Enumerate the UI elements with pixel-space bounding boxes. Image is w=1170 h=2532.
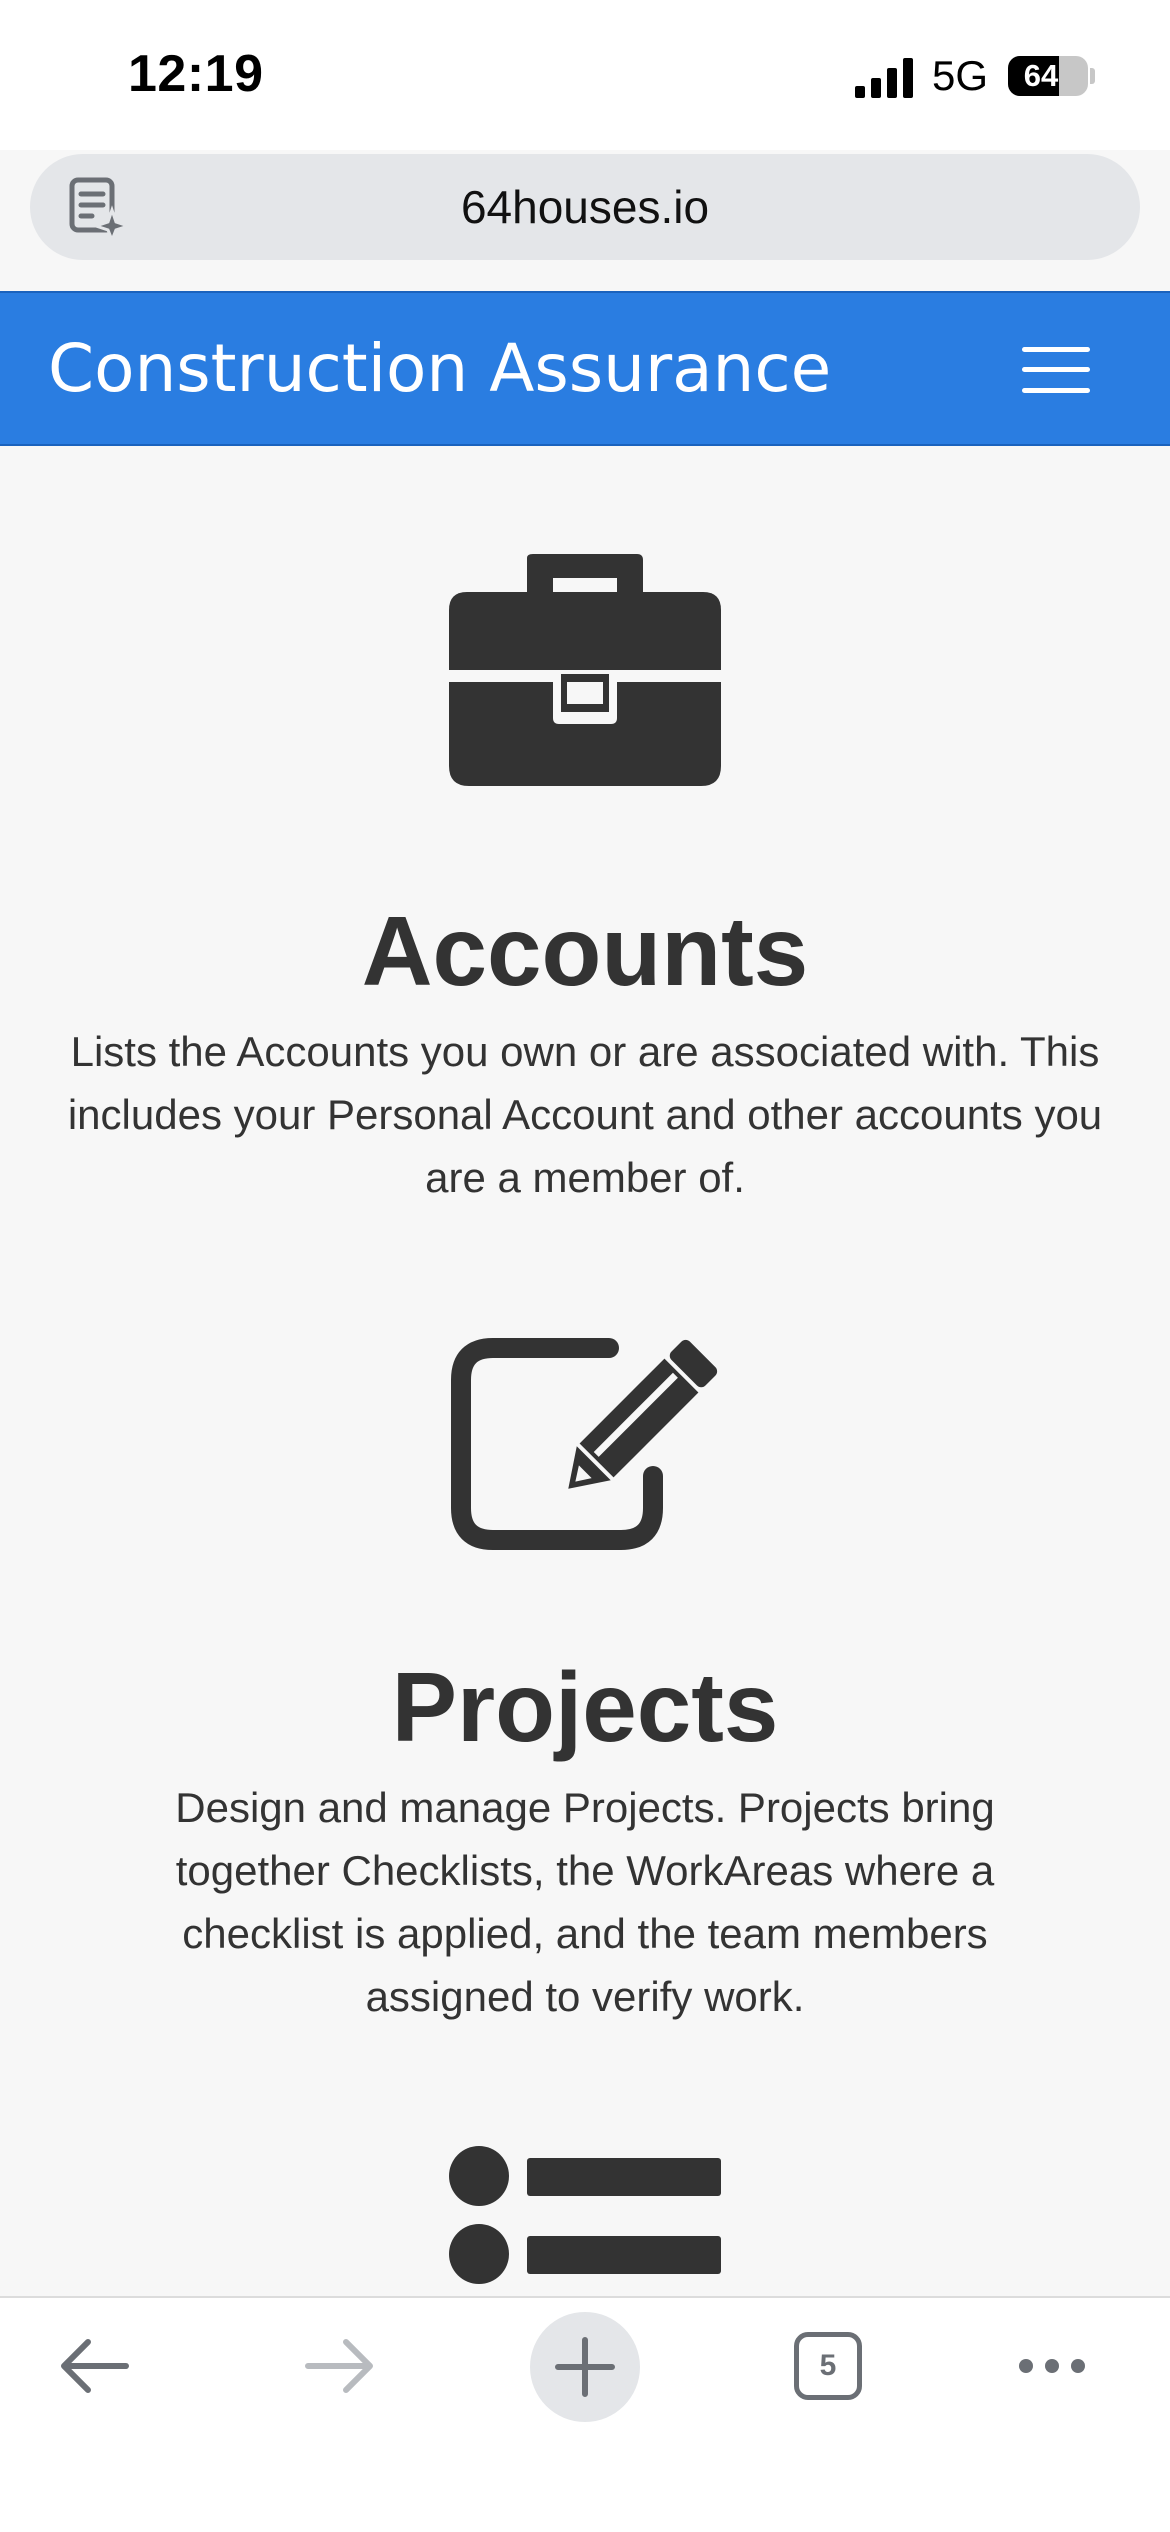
feature-title-accounts: Accounts <box>361 896 809 1006</box>
browser-toolbar: 5 <box>0 2296 1170 2532</box>
tabs-button[interactable]: 5 <box>794 2332 862 2400</box>
feature-title-projects: Projects <box>391 1652 779 1762</box>
feature-list <box>0 2146 1170 2286</box>
briefcase-icon[interactable] <box>449 554 721 788</box>
forward-arrow-icon[interactable] <box>302 2336 376 2396</box>
feature-accounts: Accounts Lists the Accounts you own or a… <box>0 554 1170 1209</box>
feature-description-projects: Design and manage Projects. Projects bri… <box>175 1784 995 2020</box>
main-content: Accounts Lists the Accounts you own or a… <box>0 446 1170 2296</box>
hamburger-icon[interactable] <box>1022 347 1090 393</box>
plus-icon <box>555 2337 615 2397</box>
feature-description-accounts: Lists the Accounts you own or are associ… <box>67 1028 1103 1201</box>
more-icon[interactable] <box>1016 2354 1088 2378</box>
status-time: 12:19 <box>128 45 264 103</box>
new-tab-button[interactable] <box>530 2312 640 2422</box>
battery-icon: 64 <box>1008 56 1088 96</box>
status-bar: 12:19 5G 64 <box>0 0 1170 150</box>
signal-icon <box>855 58 913 98</box>
battery-level: 64 <box>1023 58 1059 93</box>
brand-title[interactable]: Construction Assurance <box>48 293 831 444</box>
feature-projects: Projects Design and manage Projects. Pro… <box>0 1336 1170 2028</box>
back-arrow-icon[interactable] <box>58 2336 132 2396</box>
address-bar[interactable]: 64houses.io <box>30 154 1140 260</box>
network-type: 5G <box>932 52 989 99</box>
battery-tip <box>1090 68 1095 84</box>
url-text[interactable]: 64houses.io <box>30 154 1140 260</box>
app-navbar: Construction Assurance <box>0 291 1170 446</box>
list-icon[interactable] <box>449 2146 721 2286</box>
edit-square-icon[interactable] <box>449 1336 721 1552</box>
